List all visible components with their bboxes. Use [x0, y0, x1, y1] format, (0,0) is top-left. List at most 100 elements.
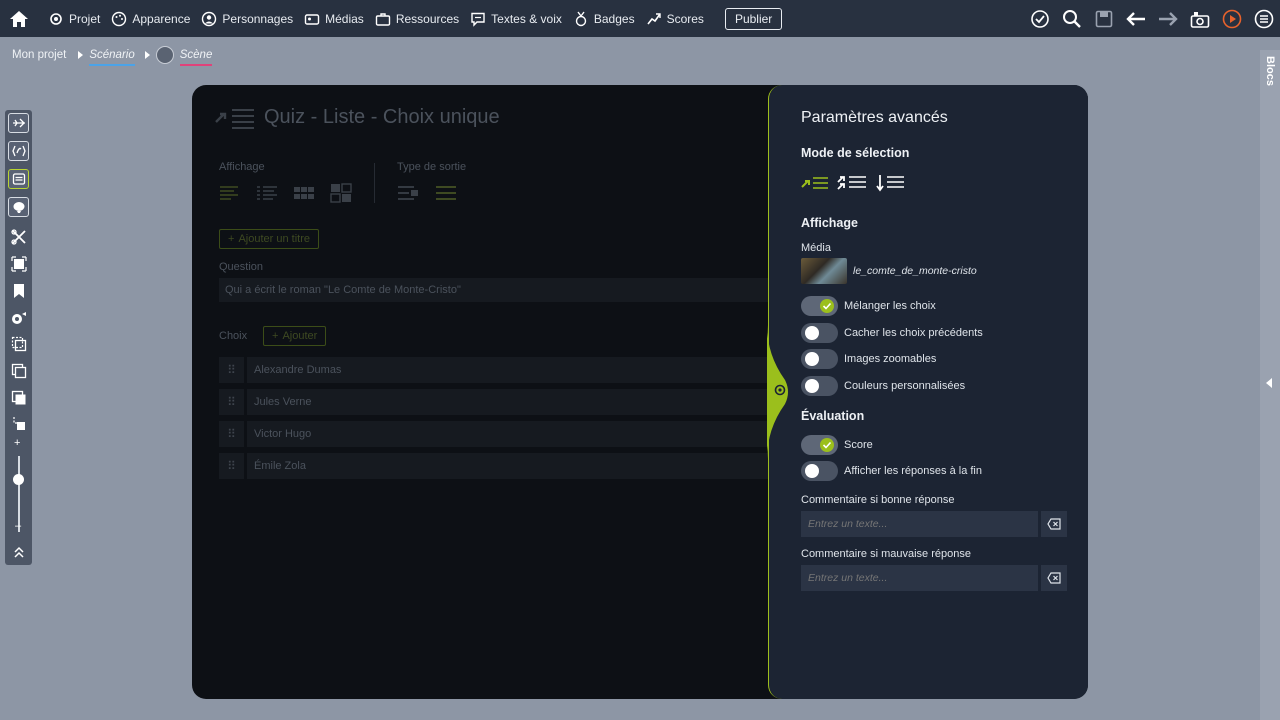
media-label: Média [801, 242, 831, 254]
nav-projet[interactable]: Projet [48, 0, 100, 37]
nav-badges-label: Badges [593, 11, 635, 26]
custom-colors-toggle[interactable] [801, 376, 838, 396]
tool-brain[interactable] [8, 197, 29, 217]
choice-input[interactable]: Émile Zola [247, 453, 779, 479]
breadcrumb-separator-icon [78, 51, 84, 59]
single-select-mode-icon[interactable] [801, 175, 829, 191]
breadcrumb-scene[interactable]: Scène [179, 49, 212, 66]
layout-grid-icon[interactable] [293, 185, 315, 201]
undo-button[interactable] [1120, 0, 1152, 37]
menu-button[interactable] [1248, 0, 1280, 37]
nav-personnages-label: Personnages [222, 11, 294, 26]
add-title-label: Ajouter un titre [238, 233, 310, 245]
breadcrumb-separator-icon [144, 51, 150, 59]
custom-colors-label: Couleurs personnalisées [844, 380, 966, 392]
show-answers-toggle[interactable] [801, 461, 838, 481]
good-comment-input[interactable] [801, 511, 1038, 537]
bookmark-icon [13, 284, 24, 298]
layout-tiles-icon[interactable] [330, 183, 352, 203]
breadcrumb-scenario[interactable]: Scénario [89, 49, 136, 66]
score-label: Score [844, 439, 873, 451]
toggle-row-custom-colors: Couleurs personnalisées [801, 376, 965, 396]
nav-scores[interactable]: Scores [646, 0, 704, 37]
tool-send-back[interactable] [8, 414, 29, 434]
question-input[interactable]: Qui a écrit le roman "Le Comte de Monte-… [219, 278, 779, 302]
save-icon [1095, 10, 1113, 27]
media-thumbnail[interactable] [801, 258, 847, 284]
advanced-settings-panel: Paramètres avancés Mode de sélection Aff… [767, 85, 1088, 699]
drag-handle-icon[interactable]: ⠿ [219, 389, 244, 415]
drag-handle-icon[interactable]: ⠿ [219, 357, 244, 383]
quiz-title: Quiz - Liste - Choix unique [264, 106, 500, 128]
blocs-label: Blocs [1264, 56, 1276, 86]
affichage-title: Affichage [801, 216, 858, 230]
nav-personnages[interactable]: Personnages [201, 0, 293, 37]
choice-input[interactable]: Jules Verne [247, 389, 779, 415]
quiz-editor-panel: Quiz - Liste - Choix unique Affichage Ty… [192, 85, 1088, 699]
search-button[interactable] [1056, 0, 1088, 37]
clear-bad-comment-button[interactable] [1041, 565, 1067, 591]
plus-icon: + [228, 233, 235, 245]
nav-medias[interactable]: Médias [304, 0, 364, 37]
zoomable-images-toggle[interactable] [801, 349, 838, 369]
gear-icon [774, 384, 786, 396]
expand-left-icon[interactable] [1266, 378, 1272, 388]
zoom-out-icon[interactable]: – [15, 520, 21, 532]
tool-frame[interactable] [8, 254, 29, 274]
nav-apparence[interactable]: Apparence [111, 0, 190, 37]
nav-ressources[interactable]: Ressources [375, 0, 459, 37]
add-choice-button[interactable]: + Ajouter [263, 326, 327, 346]
tool-scissors[interactable] [8, 227, 29, 247]
toggle-row-hide-previous: Cacher les choix précédents [801, 323, 983, 343]
add-title-button[interactable]: + Ajouter un titre [219, 229, 319, 249]
output-type-list-icon[interactable] [435, 184, 457, 202]
layout-bullets-icon[interactable] [256, 185, 278, 201]
multi-select-mode-icon[interactable] [837, 174, 867, 192]
drag-handle-icon[interactable]: ⠿ [219, 453, 244, 479]
collapse-toolbar-button[interactable] [8, 542, 29, 562]
hide-previous-toggle[interactable] [801, 323, 838, 343]
check-icon [820, 438, 834, 452]
bad-comment-input[interactable] [801, 565, 1038, 591]
order-mode-icon[interactable] [876, 174, 906, 192]
tool-bookmark[interactable] [8, 281, 29, 301]
nav-textes-voix[interactable]: Textes & voix [470, 0, 562, 37]
breadcrumb-project[interactable]: Mon projet [12, 49, 66, 61]
tool-dashed-copy[interactable] [8, 334, 29, 354]
zoom-in-icon[interactable]: + [14, 437, 20, 449]
tool-quiz[interactable] [8, 169, 29, 189]
tool-camera[interactable] [8, 308, 29, 328]
zoom-slider-handle[interactable] [13, 474, 24, 485]
chart-icon [646, 12, 661, 24]
variable-icon [11, 145, 26, 157]
clear-good-comment-button[interactable] [1041, 511, 1067, 537]
choice-row: ⠿ Alexandre Dumas [219, 357, 779, 383]
choice-input[interactable]: Alexandre Dumas [247, 357, 779, 383]
shuffle-toggle[interactable] [801, 296, 838, 316]
mode-selection-title: Mode de sélection [801, 146, 910, 160]
redo-button[interactable] [1152, 0, 1184, 37]
nav-badges[interactable]: Badges [573, 0, 635, 37]
breadcrumb: Mon projet Scénario Scène [12, 46, 212, 66]
validate-button[interactable] [1024, 0, 1056, 37]
choice-input[interactable]: Victor Hugo [247, 421, 779, 447]
output-type-button-icon[interactable] [397, 184, 419, 202]
toggle-row-show-answers: Afficher les réponses à la fin [801, 461, 982, 481]
preview-button[interactable] [1216, 0, 1248, 37]
layout-list-icon[interactable] [219, 185, 239, 201]
score-toggle[interactable] [801, 435, 838, 455]
tool-duplicate[interactable] [8, 361, 29, 381]
divider [374, 163, 375, 203]
tool-airplane[interactable] [8, 113, 29, 133]
publish-button[interactable]: Publier [724, 7, 783, 30]
camera-button[interactable] [1184, 0, 1216, 37]
single-choice-icon [215, 109, 254, 129]
tool-variable[interactable] [8, 141, 29, 161]
home-button[interactable] [0, 0, 37, 37]
tool-bring-front[interactable] [8, 388, 29, 408]
media-name: le_comte_de_monte-cristo [853, 265, 977, 277]
dashed-copy-icon [11, 336, 26, 352]
send-back-icon [12, 417, 25, 430]
save-button[interactable] [1088, 0, 1120, 37]
drag-handle-icon[interactable]: ⠿ [219, 421, 244, 447]
